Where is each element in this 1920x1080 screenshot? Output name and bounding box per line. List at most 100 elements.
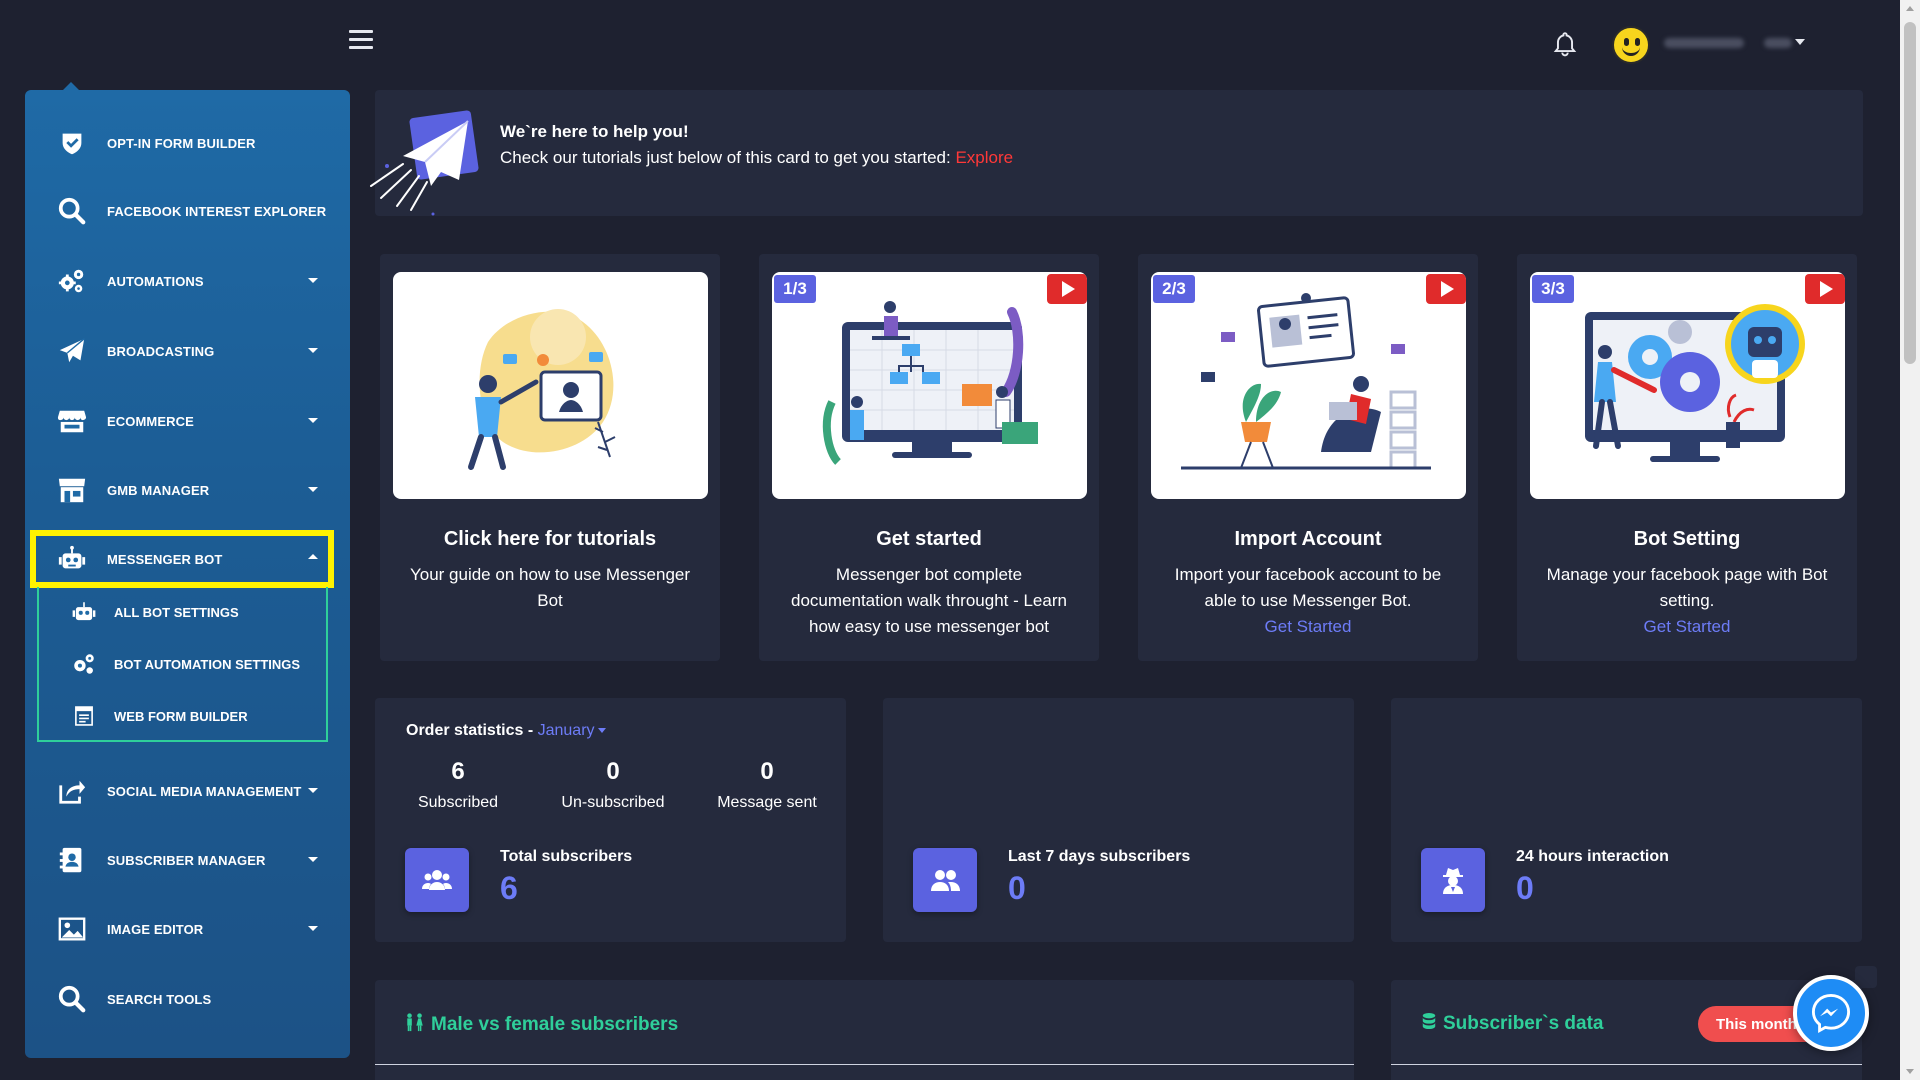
help-banner: We`re here to help you! Check our tutori…: [370, 90, 1863, 216]
submenu-item-bot-automation-settings[interactable]: BOT AUTOMATION SETTINGS: [39, 642, 329, 686]
card-step-badge: 3/3: [1532, 275, 1574, 303]
subscriber-data-title: Subscriber`s data: [1421, 1012, 1604, 1036]
chevron-down-icon: [308, 788, 318, 793]
card-title: Click here for tutorials: [443, 528, 657, 550]
sidebar-item-broadcasting[interactable]: BROADCASTING: [25, 326, 350, 376]
month-value[interactable]: January: [538, 722, 595, 739]
kpi-value: 6: [451, 758, 465, 785]
play-video-icon[interactable]: [1805, 274, 1845, 304]
submenu-item-label: BOT AUTOMATION SETTINGS: [114, 656, 301, 672]
play-video-icon[interactable]: [1426, 274, 1466, 304]
scroll-up-arrow-icon[interactable]: [1906, 6, 1914, 11]
sidebar-item-social-media-management[interactable]: SOCIAL MEDIA MANAGEMENT: [25, 766, 350, 816]
tutorial-card-tutorials[interactable]: Click here for tutorials Your guide on h…: [380, 254, 720, 661]
last-7-days-card: Last 7 days subscribers 0: [883, 698, 1354, 942]
sidebar-item-subscriber-manager[interactable]: SUBSCRIBER MANAGER: [25, 835, 350, 885]
interaction-card: 24 hours interaction 0: [1391, 698, 1862, 942]
page-scrollbar[interactable]: [1900, 0, 1920, 1080]
sidebar: OPT-IN FORM BUILDER FACEBOOK INTEREST EX…: [25, 82, 350, 1058]
chevron-down-icon: [308, 926, 318, 931]
store-icon: [55, 404, 89, 438]
hamburger-menu-icon[interactable]: [349, 30, 373, 50]
share-icon: [55, 774, 89, 808]
top-navbar: [0, 0, 1900, 84]
sidebar-item-automations[interactable]: AUTOMATIONS: [25, 256, 350, 306]
sidebar-item-label: AUTOMATIONS: [107, 273, 204, 289]
form-icon: [69, 701, 99, 731]
gears-icon: [55, 264, 89, 298]
submenu-item-all-bot-settings[interactable]: ALL BOT SETTINGS: [39, 590, 329, 634]
sidebar-item-image-editor[interactable]: IMAGE EDITOR: [25, 904, 350, 954]
card-desc-text: Messenger bot complete documentation wal…: [791, 565, 1067, 636]
help-text-body: Check our tutorials just below of this c…: [500, 148, 956, 167]
user-secret-icon: [1421, 848, 1485, 912]
sidebar-item-label: ECOMMERCE: [107, 413, 194, 429]
male-female-icon: [405, 1012, 425, 1038]
card-title: Get started: [876, 528, 982, 550]
divider: [375, 1064, 1354, 1065]
submenu-item-label: ALL BOT SETTINGS: [114, 604, 239, 620]
chevron-down-icon: [308, 348, 318, 353]
tutorial-illustration: 3/3: [1530, 272, 1845, 499]
messenger-bot-submenu: ALL BOT SETTINGS BOT AUTOMATION SETTINGS…: [37, 587, 328, 742]
sidebar-item-gmb-manager[interactable]: GMB MANAGER: [25, 465, 350, 515]
submenu-item-label: WEB FORM BUILDER: [114, 708, 248, 724]
sidebar-item-label: SOCIAL MEDIA MANAGEMENT: [107, 783, 302, 799]
bell-icon[interactable]: [1552, 30, 1578, 58]
database-icon: [1421, 1012, 1437, 1036]
card-title: Import Account: [1234, 528, 1382, 550]
get-started-link[interactable]: Get Started: [1265, 617, 1352, 636]
submenu-item-web-form-builder[interactable]: WEB FORM BUILDER: [39, 694, 329, 738]
play-video-icon[interactable]: [1047, 274, 1087, 304]
user-dropdown-caret-icon[interactable]: [1795, 39, 1805, 45]
users-icon: [913, 848, 977, 912]
order-statistics-header: Order statistics - January: [406, 722, 606, 740]
user-name-blurred[interactable]: [1664, 34, 1799, 50]
scroll-down-arrow-icon[interactable]: [1906, 1069, 1914, 1074]
sidebar-item-label: MESSENGER BOT: [107, 551, 223, 567]
kpi-subscribed: 6 Subscribed: [388, 758, 528, 812]
kpi-caption: Message sent: [717, 794, 817, 811]
paper-plane-icon: [55, 334, 89, 368]
total-subscribers-label: Total subscribers: [500, 848, 633, 865]
sidebar-item-ecommerce[interactable]: ECOMMERCE: [25, 396, 350, 446]
tutorial-card-bot-setting[interactable]: 3/3 Bot Setting Manage your facebook pag…: [1517, 254, 1857, 661]
sidebar-item-label: SUBSCRIBER MANAGER: [107, 852, 266, 868]
explore-link[interactable]: Explore: [955, 148, 1013, 167]
order-statistics-label: Order statistics -: [406, 722, 538, 739]
sidebar-item-label: BROADCASTING: [107, 343, 215, 359]
card-desc-text: Your guide on how to use Messenger Bot: [409, 565, 691, 610]
gender-subscribers-title: Male vs female subscribers: [405, 1012, 678, 1038]
card-step-badge: 1/3: [774, 275, 816, 303]
get-started-link[interactable]: Get Started: [1644, 617, 1731, 636]
users-group-icon: [405, 848, 469, 912]
sidebar-item-facebook-interest-explorer[interactable]: FACEBOOK INTEREST EXPLORER: [25, 186, 350, 236]
kpi-message-sent: 0 Message sent: [697, 758, 837, 812]
card-desc-text: Manage your facebook page with Bot setti…: [1546, 565, 1828, 610]
sidebar-item-label: GMB MANAGER: [107, 482, 210, 498]
sidebar-item-label: OPT-IN FORM BUILDER: [107, 135, 256, 151]
gender-title-text: Male vs female subscribers: [431, 1014, 679, 1035]
sidebar-item-opt-in-form-builder[interactable]: OPT-IN FORM BUILDER: [25, 118, 350, 168]
user-avatar[interactable]: [1612, 26, 1650, 64]
kpi-caption: Subscribed: [417, 794, 499, 811]
messenger-widget-close[interactable]: [1855, 966, 1877, 988]
kpi-value: 0: [606, 758, 620, 785]
gears-icon: [69, 649, 99, 679]
help-heading: We`re here to help you!: [500, 122, 689, 141]
scroll-thumb[interactable]: [1904, 22, 1916, 364]
sidebar-item-search-tools[interactable]: SEARCH TOOLS: [25, 974, 350, 1024]
tutorial-illustration: 2/3: [1151, 272, 1466, 499]
sidebar-item-messenger-bot[interactable]: MESSENGER BOT: [25, 534, 350, 584]
month-caret-icon[interactable]: [597, 728, 606, 734]
shield-check-icon: [55, 126, 89, 160]
tutorial-card-import-account[interactable]: 2/3 Import Account Import your facebook …: [1138, 254, 1478, 661]
sidebar-item-label: FACEBOOK INTEREST EXPLORER: [107, 203, 327, 219]
last-7-days-value: 0: [1008, 870, 1026, 906]
chevron-down-icon: [308, 487, 318, 492]
tutorial-card-get-started[interactable]: 1/3 Get started Messenger bot complete d…: [759, 254, 1099, 661]
messenger-chat-icon[interactable]: [1793, 975, 1869, 1051]
card-desc-text: Import your facebook account to be able …: [1174, 565, 1442, 610]
kpi-caption: Un-subscribed: [561, 794, 665, 811]
month-selector[interactable]: January: [538, 722, 606, 739]
